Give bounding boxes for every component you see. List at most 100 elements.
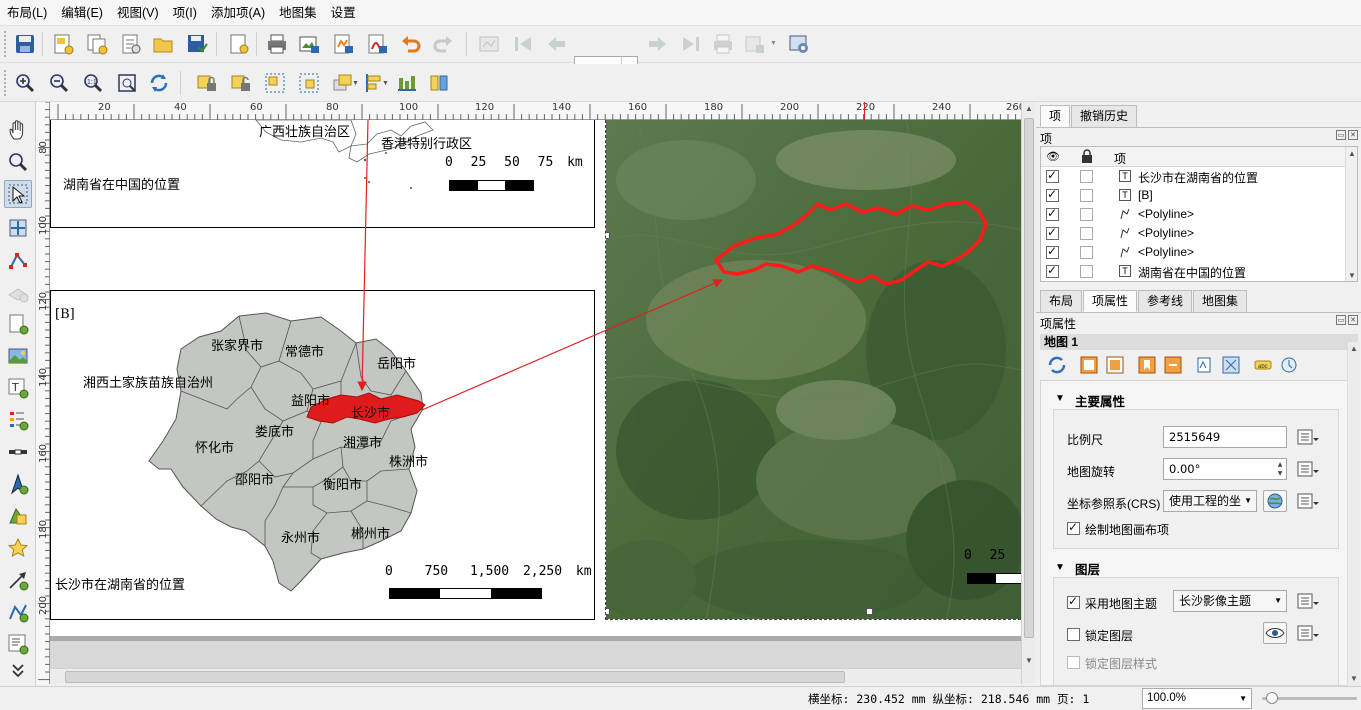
menu-items[interactable]: 项(I) [166,0,204,26]
lock-layers-checkbox[interactable] [1067,628,1080,641]
zoom-in-icon[interactable] [12,70,38,96]
unlock-items-icon[interactable] [228,70,254,96]
select-crs-globe-icon[interactable] [1263,490,1287,512]
refresh-icon[interactable] [146,70,172,96]
select-move-icon[interactable] [4,180,32,208]
scroll-down-arrow-icon[interactable]: ▼ [1350,674,1358,683]
tab-atlas[interactable]: 地图集 [1193,290,1248,312]
last-feature-icon[interactable] [678,31,704,57]
item-row[interactable]: <Polyline> [1041,224,1357,243]
add-3d-map-icon[interactable] [4,278,32,306]
menu-edit[interactable]: 编辑(E) [54,0,110,26]
follow-theme-checkbox[interactable] [1067,594,1080,609]
redo-icon[interactable] [430,31,456,57]
tab-guides[interactable]: 参考线 [1138,290,1193,312]
collapse-triangle-icon[interactable]: ▼ [1055,562,1065,573]
layout-page[interactable]: 广西壮族自治区 香港特别行政区 湖南省在中国的位置 0 25 50 75 km [50,120,1021,636]
label-blocking-icon[interactable]: abc [1250,352,1276,378]
menu-atlas[interactable]: 地图集 [272,0,324,26]
map-item-main-satellite[interactable]: 0 25 [605,120,1021,620]
scrollbar-thumb[interactable] [65,671,845,683]
ungroup-items-icon[interactable] [296,70,322,96]
visibility-checkbox[interactable] [1046,187,1059,202]
set-extent-icon[interactable] [1076,352,1102,378]
items-scrollbar[interactable]: ▲ ▼ [1345,147,1357,281]
move-content-icon[interactable] [4,214,32,242]
new-layout-icon[interactable] [50,31,76,57]
print-icon[interactable] [264,31,290,57]
toolbar-grip[interactable] [4,70,8,96]
add-shape-icon[interactable] [4,502,32,530]
item-row[interactable]: <Polyline> [1041,243,1357,262]
close-panel-icon[interactable]: ✕ [1348,315,1358,325]
group-items-icon[interactable] [262,70,288,96]
vertical-scrollbar[interactable]: ▲ ▼ [1021,102,1035,684]
add-polyline-icon[interactable] [4,598,32,626]
resize-icon[interactable] [426,70,452,96]
add-label-icon[interactable]: T [4,374,32,402]
tab-items[interactable]: 项 [1040,105,1071,127]
next-feature-icon[interactable] [644,31,670,57]
add-arrow-icon[interactable] [4,566,32,594]
scroll-up-arrow-icon[interactable]: ▲ [1348,149,1356,158]
save-template-icon[interactable] [184,31,210,57]
visibility-checkbox[interactable] [1046,225,1059,240]
print-atlas-icon[interactable] [710,31,736,57]
rotation-input[interactable]: 0.00° ▲ ▼ [1163,458,1287,480]
data-defined-override-icon[interactable] [1295,590,1319,612]
add-picture-icon[interactable] [4,342,32,370]
lock-checkbox[interactable] [1080,265,1093,278]
eye-icon[interactable] [1263,622,1287,644]
zoom-combo[interactable]: 100.0% ▼ [1142,688,1252,709]
add-legend-icon[interactable] [4,406,32,434]
items-tree[interactable]: 👁 项 T 长沙市在湖南省的位置 T [B] <Polyline> <Polyline> <… [1040,146,1358,282]
temporal-settings-icon[interactable] [1276,352,1302,378]
menu-layout[interactable]: 布局(L) [0,0,54,26]
bookmark-icon[interactable] [1134,352,1160,378]
zoom-out-icon[interactable] [46,70,72,96]
spinbox-arrows-icon[interactable]: ▲ ▼ [1275,460,1285,478]
export-atlas-icon[interactable] [742,31,768,57]
item-row[interactable]: <Polyline> [1041,205,1357,224]
chevron-down-icon[interactable]: ▼ [382,80,389,87]
tab-layout[interactable]: 布局 [1040,290,1083,312]
data-defined-override-icon[interactable] [1295,622,1319,644]
horizontal-scrollbar[interactable] [50,668,1021,684]
scroll-down-arrow-icon[interactable]: ▼ [1025,656,1033,665]
map-item-china[interactable]: 广西壮族自治区 香港特别行政区 湖南省在中国的位置 0 25 50 75 km [50,120,595,228]
add-page-icon[interactable] [226,31,252,57]
scroll-up-arrow-icon[interactable]: ▲ [1025,104,1033,113]
clipping-settings-icon[interactable] [1218,352,1244,378]
menu-add-item[interactable]: 添加项(A) [204,0,272,26]
add-marker-icon[interactable] [4,534,32,562]
lock-checkbox[interactable] [1080,227,1093,240]
export-pdf-icon[interactable] [364,31,390,57]
data-defined-override-icon[interactable] [1295,426,1319,448]
selection-handle[interactable] [606,608,610,615]
chevron-down-icon[interactable]: ▼ [770,40,777,47]
draw-canvas-items-checkbox[interactable] [1067,520,1080,535]
export-image-icon[interactable] [296,31,322,57]
export-svg-icon[interactable] [330,31,356,57]
view-extent-icon[interactable] [1102,352,1128,378]
toolbar-grip[interactable] [4,31,8,57]
map-theme-select[interactable]: 长沙影像主题 ▼ [1173,590,1287,612]
pan-hand-icon[interactable] [4,116,32,144]
edit-nodes-icon[interactable] [4,246,32,274]
visibility-checkbox[interactable] [1046,168,1059,183]
map-item-hunan[interactable]: [B] 张家界市 常德市 岳阳市 湘西土家族苗族自治州 益阳市 长沙市 娄底市 … [50,290,595,620]
save-icon[interactable] [12,31,38,57]
scroll-up-arrow-icon[interactable]: ▲ [1350,344,1358,353]
refresh-map-icon[interactable] [1044,352,1070,378]
scale-input[interactable]: 2515649 [1163,426,1287,448]
lock-checkbox[interactable] [1080,246,1093,259]
zoom-slider-handle[interactable] [1266,692,1279,704]
layout-manager-icon[interactable] [118,31,144,57]
menu-settings[interactable]: 设置 [324,0,363,26]
lock-checkbox[interactable] [1080,208,1093,221]
item-row[interactable]: T [B] [1041,186,1357,205]
add-html-icon[interactable] [4,630,32,658]
data-defined-override-icon[interactable] [1295,458,1319,480]
open-template-icon[interactable] [150,31,176,57]
scroll-down-arrow-icon[interactable]: ▼ [1348,271,1356,280]
